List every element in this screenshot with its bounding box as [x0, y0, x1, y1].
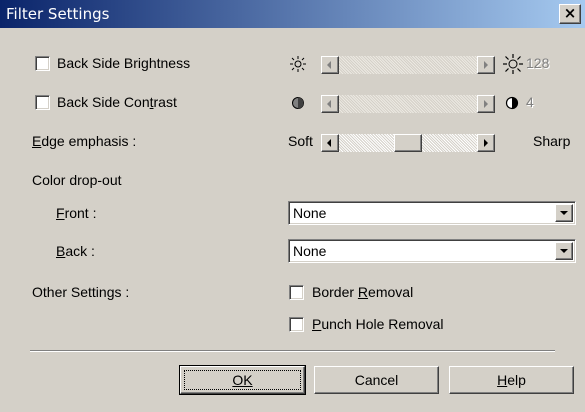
close-icon: ×: [563, 4, 577, 22]
contrast-left-button[interactable]: [321, 95, 339, 113]
chevron-down-icon: [560, 249, 568, 253]
contrast-right-button[interactable]: [477, 95, 495, 113]
color-dropout-heading: Color drop-out: [32, 172, 122, 188]
other-settings-heading: Other Settings :: [32, 284, 130, 300]
front-dropout-select[interactable]: None: [288, 201, 576, 225]
sun-small-icon: [290, 56, 306, 72]
brightness-right-button[interactable]: [477, 56, 495, 74]
close-button[interactable]: ×: [559, 4, 581, 24]
edge-emphasis-label: Edge emphasis :: [32, 133, 137, 149]
front-dropout-value: None: [293, 205, 327, 221]
back-dropout-select[interactable]: None: [288, 239, 576, 263]
punch-hole-removal-label: Punch Hole Removal: [312, 316, 444, 332]
edge-soft-label: Soft: [288, 133, 313, 149]
brightness-left-button[interactable]: [321, 56, 339, 74]
window-title: Filter Settings: [6, 5, 110, 23]
brightness-checkbox[interactable]: [35, 56, 50, 71]
sun-large-icon: [503, 54, 523, 74]
edge-sharp-label: Sharp: [533, 133, 571, 149]
border-removal-label: Border Removal: [312, 284, 414, 300]
ok-button[interactable]: OK: [179, 365, 306, 395]
front-dropdown-button[interactable]: [555, 204, 573, 222]
contrast-slider[interactable]: [321, 95, 495, 113]
contrast-checkbox[interactable]: [35, 95, 50, 110]
punch-hole-removal-checkbox[interactable]: [289, 317, 304, 332]
edge-left-button[interactable]: [321, 134, 339, 152]
arrow-left-icon: [327, 100, 331, 108]
cancel-button[interactable]: Cancel: [314, 366, 439, 394]
edge-right-button[interactable]: [477, 134, 495, 152]
help-button[interactable]: Help: [449, 366, 574, 394]
contrast-low-icon: [292, 97, 304, 109]
brightness-label: Back Side Brightness: [57, 55, 191, 71]
contrast-value: 4: [526, 94, 534, 110]
border-removal-checkbox[interactable]: [289, 285, 304, 300]
back-dropout-value: None: [293, 243, 327, 259]
arrow-right-icon: [484, 61, 488, 69]
arrow-right-icon: [484, 139, 488, 147]
chevron-down-icon: [560, 211, 568, 215]
arrow-left-icon: [327, 61, 331, 69]
contrast-high-icon: [505, 96, 519, 110]
arrow-right-icon: [484, 100, 488, 108]
filter-settings-dialog: Filter Settings × Back Side Brightness 1…: [0, 0, 585, 412]
brightness-slider[interactable]: [321, 56, 495, 74]
edge-slider-thumb[interactable]: [394, 134, 422, 152]
edge-emphasis-slider[interactable]: [321, 134, 495, 152]
front-label: Front :: [56, 205, 97, 221]
separator: [30, 350, 555, 352]
contrast-label: Back Side Contrast: [57, 94, 177, 110]
arrow-left-icon: [327, 139, 331, 147]
back-label: Back :: [56, 243, 95, 259]
focus-rect: [184, 370, 301, 390]
back-dropdown-button[interactable]: [555, 242, 573, 260]
title-bar[interactable]: Filter Settings ×: [0, 0, 585, 28]
brightness-value: 128: [526, 55, 550, 71]
